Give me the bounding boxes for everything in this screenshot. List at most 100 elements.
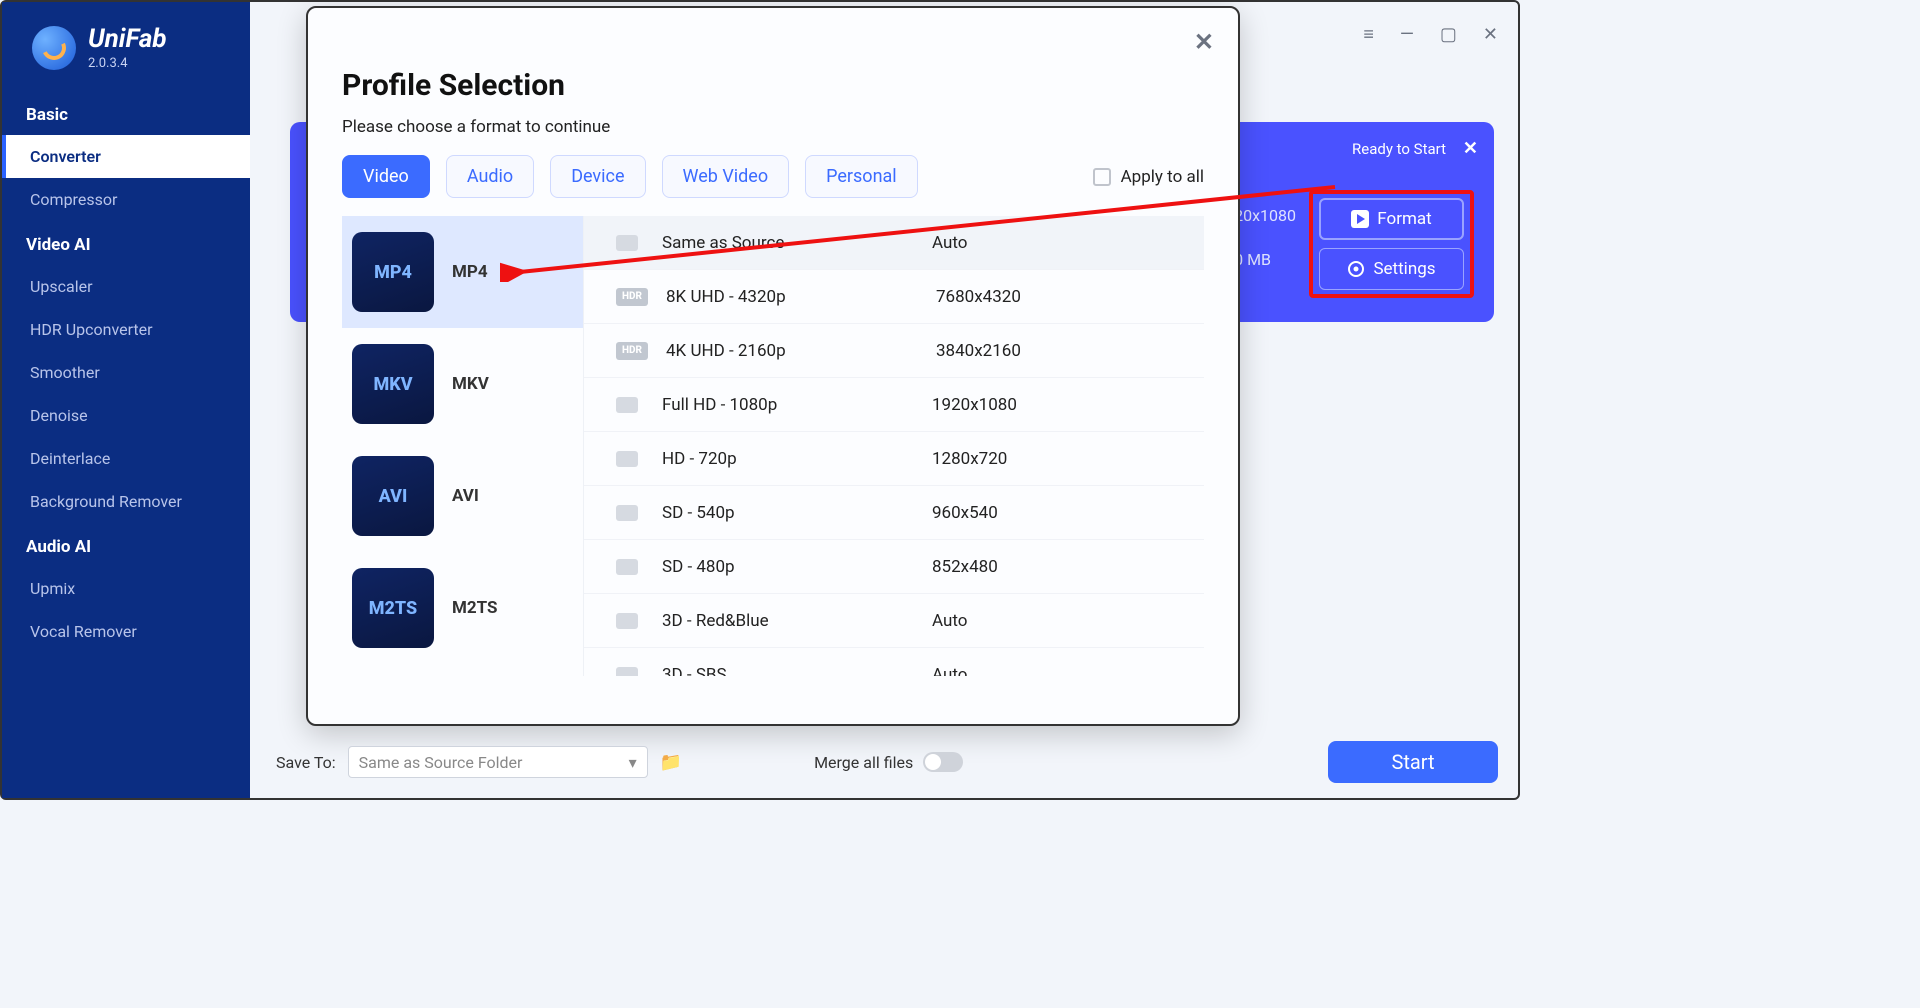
profile-row[interactable]: 3D - Red&BlueAuto	[584, 594, 1204, 648]
app-logo-area: UniFab 2.0.3.4	[2, 2, 250, 81]
profile-resolution: Auto	[932, 233, 967, 253]
format-thumb-icon: AVI	[352, 456, 434, 536]
profile-name: Same as Source	[662, 233, 932, 253]
tab-audio[interactable]: Audio	[446, 155, 534, 198]
tab-personal[interactable]: Personal	[805, 155, 918, 198]
profile-row[interactable]: SD - 480p852x480	[584, 540, 1204, 594]
profile-name: 3D - Red&Blue	[662, 611, 932, 631]
saveto-value: Same as Source Folder	[359, 753, 523, 772]
profile-resolution: 1920x1080	[932, 395, 1017, 415]
format-list[interactable]: MP4 MP4 MKV MKV AVIAVI M2TS M2TS TSTS	[342, 216, 584, 676]
modal-subtitle: Please choose a format to continue	[342, 117, 1204, 137]
merge-toggle[interactable]	[923, 752, 963, 772]
profile-name: HD - 720p	[662, 449, 932, 469]
chevron-down-icon: ▾	[629, 753, 637, 772]
format-button[interactable]: Format	[1319, 198, 1464, 240]
sidebar-item-deinterlace[interactable]: Deinterlace	[2, 437, 250, 480]
profile-name: 3D - SBS	[662, 665, 932, 677]
format-label: M2TS	[452, 598, 498, 618]
format-button-label: Format	[1377, 209, 1431, 229]
tab-video[interactable]: Video	[342, 155, 430, 198]
profile-name: SD - 540p	[662, 503, 932, 523]
camera-icon	[616, 397, 638, 413]
camera-icon	[616, 235, 638, 251]
sidebar-item-upmix[interactable]: Upmix	[2, 567, 250, 610]
camera-icon	[616, 451, 638, 467]
app-name: UniFab	[88, 24, 167, 54]
format-label: MP4	[452, 262, 488, 282]
saveto-label: Save To:	[276, 753, 336, 772]
start-button[interactable]: Start	[1328, 741, 1498, 783]
apply-to-all-checkbox[interactable]	[1093, 168, 1111, 186]
format-label: MKV	[452, 374, 489, 394]
profile-resolution: 960x540	[932, 503, 998, 523]
format-item-ts[interactable]: TSTS	[342, 664, 583, 676]
profile-resolution: 3840x2160	[936, 341, 1021, 361]
profile-resolution: 852x480	[932, 557, 998, 577]
sidebar: UniFab 2.0.3.4 BasicConverterCompressorV…	[2, 2, 250, 798]
profile-row[interactable]: SD - 540p960x540	[584, 486, 1204, 540]
profile-row[interactable]: Same as SourceAuto	[584, 216, 1204, 270]
camera-icon	[616, 613, 638, 629]
sidebar-item-hdr-upconverter[interactable]: HDR Upconverter	[2, 308, 250, 351]
hdr-badge: HDR	[616, 342, 648, 360]
sidebar-nav: BasicConverterCompressorVideo AIUpscaler…	[2, 91, 250, 653]
modal-close-icon[interactable]: ✕	[1194, 28, 1214, 56]
nav-group-basic: Basic	[2, 91, 250, 135]
profile-name: 8K UHD - 4320p	[666, 287, 936, 307]
profile-name: 4K UHD - 2160p	[666, 341, 936, 361]
profile-name: Full HD - 1080p	[662, 395, 932, 415]
profile-resolution: Auto	[932, 665, 967, 677]
profile-row[interactable]: 3D - SBSAuto	[584, 648, 1204, 676]
nav-group-audio-ai: Audio AI	[2, 523, 250, 567]
task-status: Ready to Start	[1352, 140, 1446, 158]
format-item-mp4[interactable]: MP4 MP4	[342, 216, 583, 328]
profile-row[interactable]: HDR 8K UHD - 4320p7680x4320	[584, 270, 1204, 324]
profile-name: SD - 480p	[662, 557, 932, 577]
bottom-bar: Save To: Same as Source Folder ▾ 📁 Merge…	[276, 742, 1498, 782]
apply-to-all-label: Apply to all	[1121, 167, 1204, 187]
format-item-avi[interactable]: AVIAVI	[342, 440, 583, 552]
modal-title: Profile Selection	[342, 68, 1204, 103]
settings-button-label: Settings	[1373, 259, 1435, 279]
content-area: Ready to Start ✕ 920x1080 00 MB Format S…	[250, 2, 1518, 798]
sidebar-item-smoother[interactable]: Smoother	[2, 351, 250, 394]
saveto-dropdown[interactable]: Same as Source Folder ▾	[348, 746, 648, 778]
sidebar-item-compressor[interactable]: Compressor	[2, 178, 250, 221]
profile-list[interactable]: Same as SourceAutoHDR8K UHD - 4320p7680x…	[584, 216, 1204, 676]
sidebar-item-background-remover[interactable]: Background Remover	[2, 480, 250, 523]
gear-icon	[1347, 260, 1365, 278]
profile-row[interactable]: HDR 4K UHD - 2160p3840x2160	[584, 324, 1204, 378]
nav-group-video-ai: Video AI	[2, 221, 250, 265]
sidebar-item-converter[interactable]: Converter	[2, 135, 250, 178]
tab-web-video[interactable]: Web Video	[662, 155, 790, 198]
camera-icon	[616, 667, 638, 677]
play-icon	[1351, 210, 1369, 228]
format-item-m2ts[interactable]: M2TS M2TS	[342, 552, 583, 664]
format-thumb-icon: M2TS	[352, 568, 434, 648]
profile-row[interactable]: HD - 720p1280x720	[584, 432, 1204, 486]
app-logo-icon	[32, 26, 76, 70]
merge-all-files: Merge all files	[814, 752, 963, 772]
camera-icon	[616, 505, 638, 521]
profile-resolution: 7680x4320	[936, 287, 1021, 307]
format-thumb-icon: MP4	[352, 232, 434, 312]
profile-resolution: 1280x720	[932, 449, 1007, 469]
folder-icon[interactable]: 📁	[660, 752, 682, 773]
apply-to-all[interactable]: Apply to all	[1093, 167, 1204, 187]
format-settings-panel: Format Settings	[1309, 190, 1474, 298]
profile-selection-modal: ✕ Profile Selection Please choose a form…	[306, 6, 1240, 726]
format-thumb-icon: MKV	[352, 344, 434, 424]
sidebar-item-upscaler[interactable]: Upscaler	[2, 265, 250, 308]
sidebar-item-denoise[interactable]: Denoise	[2, 394, 250, 437]
modal-tabs: Video Audio Device Web Video Personal Apply …	[342, 155, 1204, 198]
merge-label: Merge all files	[814, 753, 913, 772]
tab-device[interactable]: Device	[550, 155, 645, 198]
profile-row[interactable]: Full HD - 1080p1920x1080	[584, 378, 1204, 432]
task-close-icon[interactable]: ✕	[1463, 138, 1478, 159]
app-version: 2.0.3.4	[88, 56, 167, 71]
hdr-badge: HDR	[616, 288, 648, 306]
format-item-mkv[interactable]: MKV MKV	[342, 328, 583, 440]
settings-button[interactable]: Settings	[1319, 248, 1464, 290]
sidebar-item-vocal-remover[interactable]: Vocal Remover	[2, 610, 250, 653]
